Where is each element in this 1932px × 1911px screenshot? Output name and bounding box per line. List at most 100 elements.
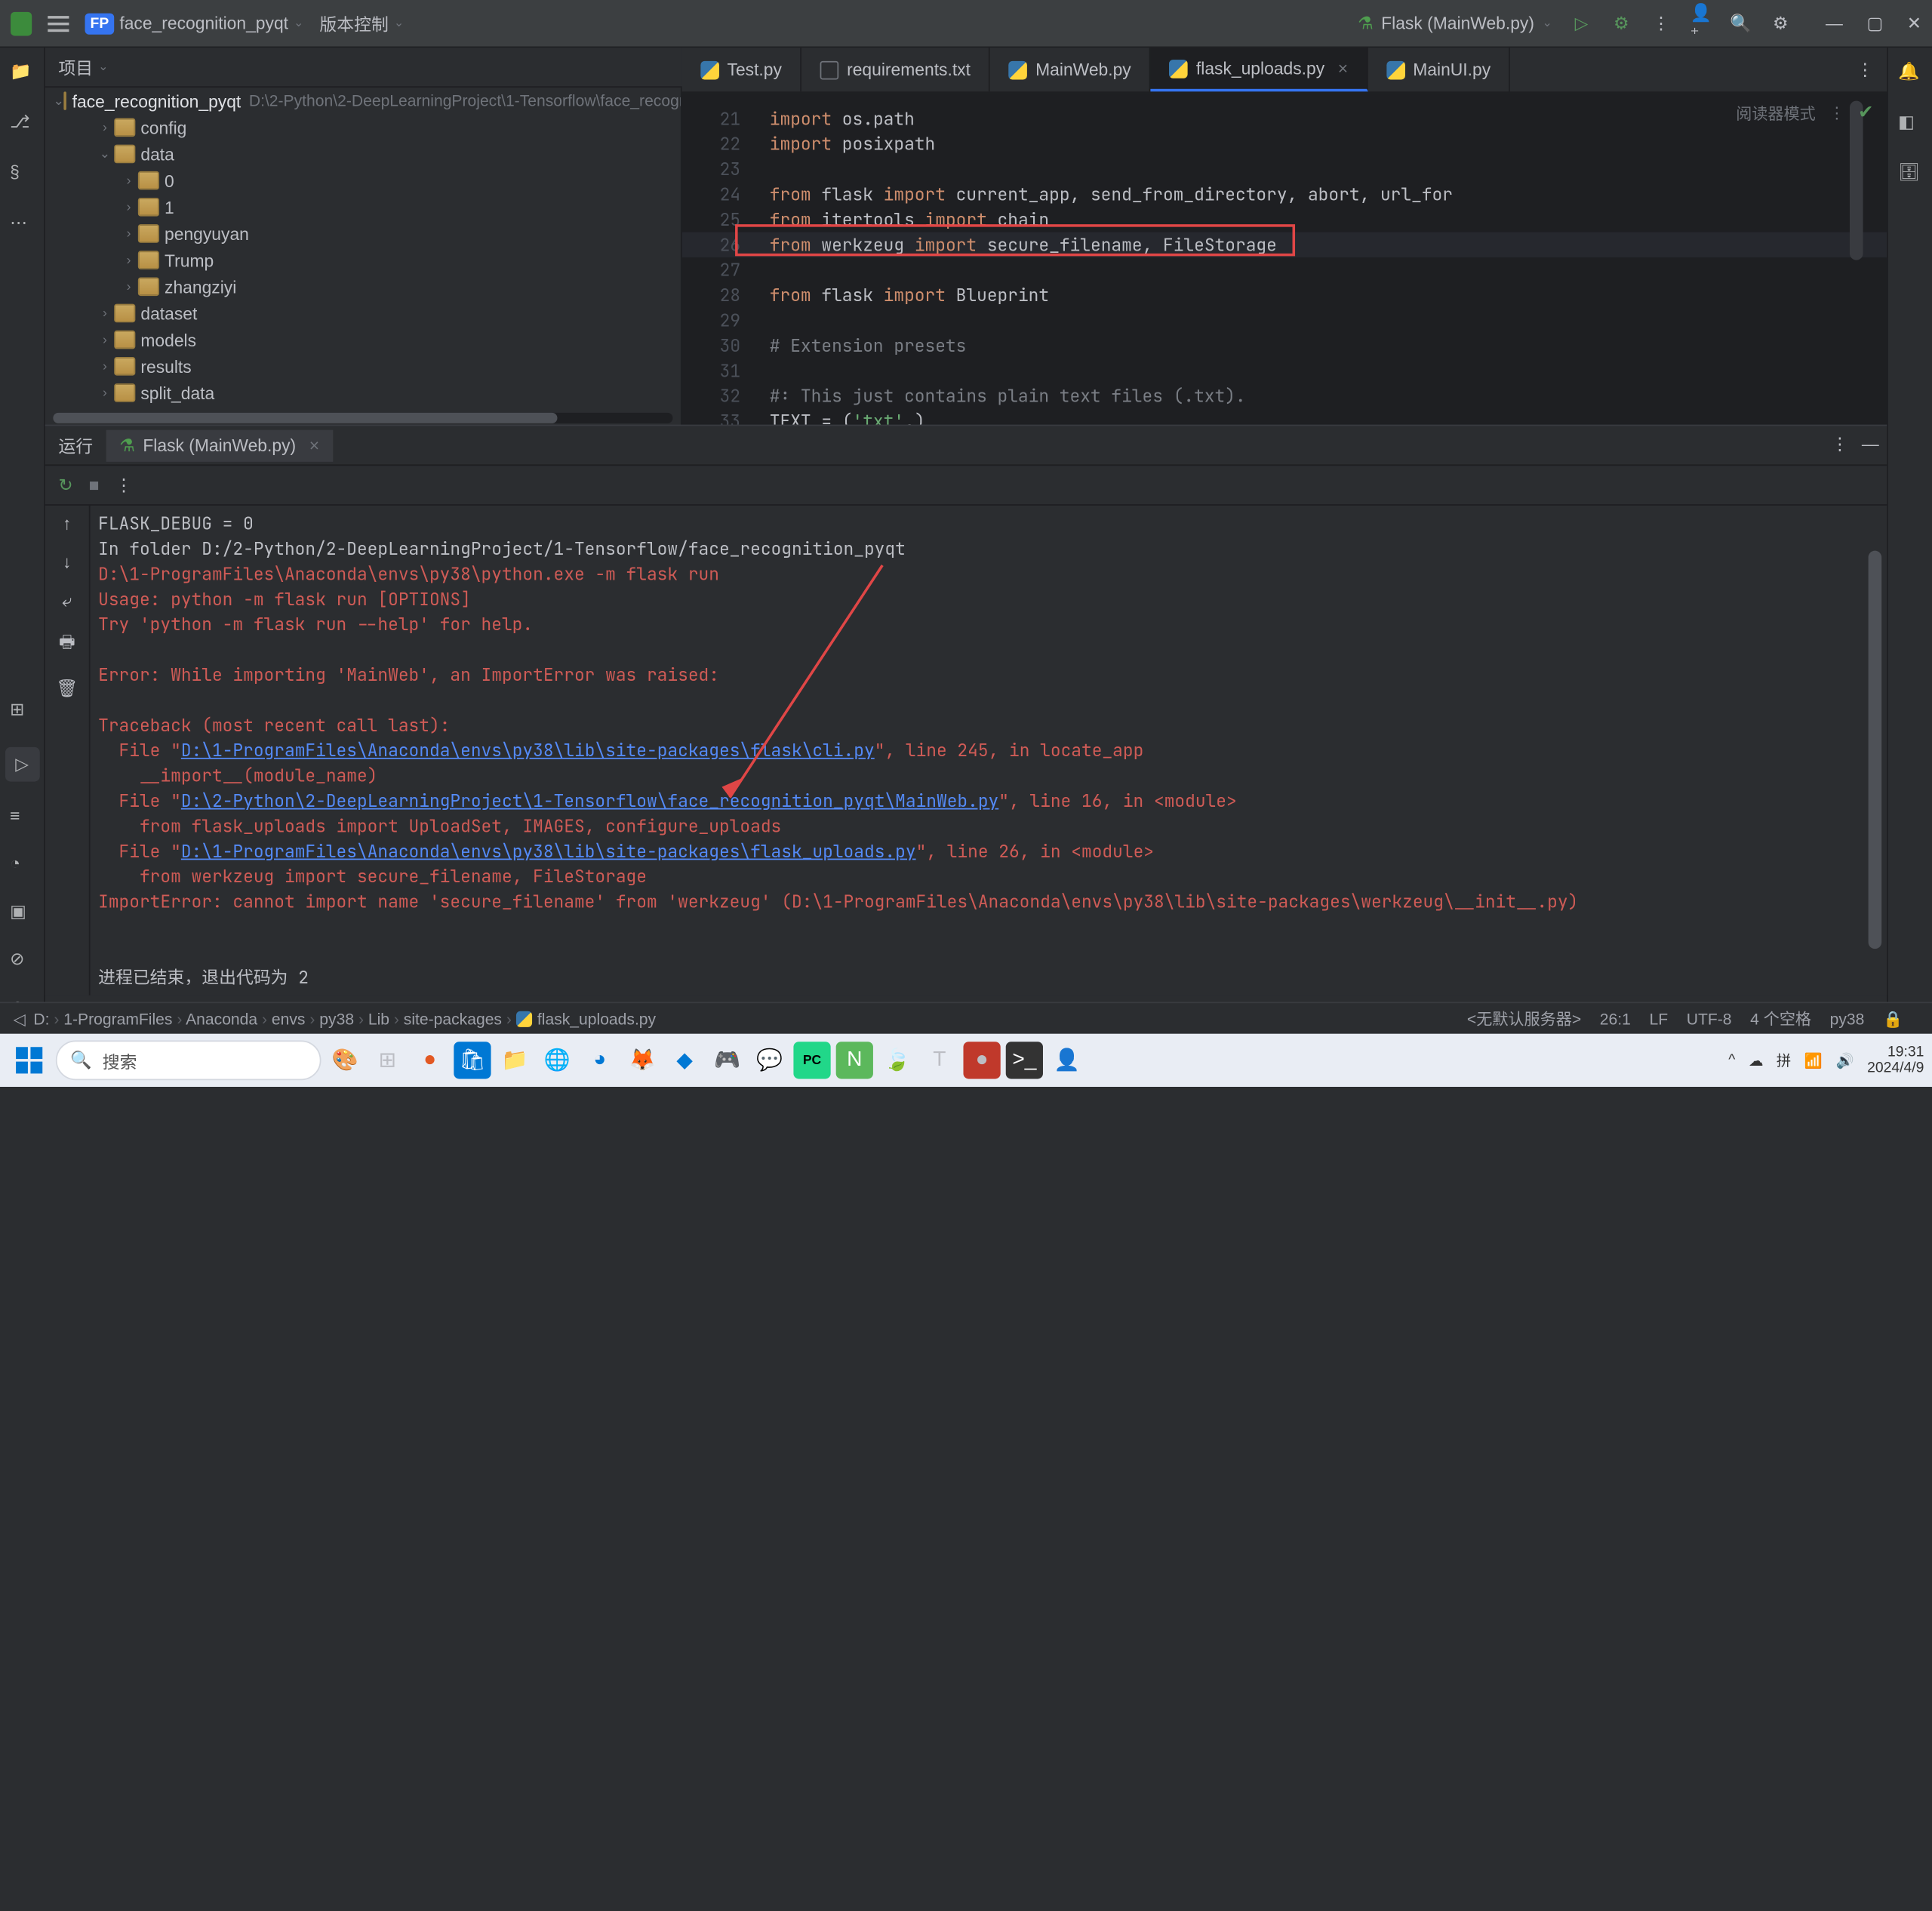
breadcrumb-item[interactable]: D: [33, 1009, 49, 1028]
taskbar-wechat-icon[interactable]: 💬 [751, 1042, 788, 1079]
more-icon[interactable]: ⋮ [1651, 13, 1672, 34]
maximize-button[interactable]: ▢ [1866, 13, 1883, 34]
scroll-up-icon[interactable]: ↑ [63, 513, 71, 533]
breadcrumb-item[interactable]: envs [272, 1009, 306, 1028]
structure-tool-icon[interactable]: § [10, 162, 34, 186]
taskbar-search[interactable]: 🔍 搜索 [56, 1040, 321, 1080]
scroll-down-icon[interactable]: ↓ [63, 552, 71, 571]
breadcrumb-item[interactable]: Lib [368, 1009, 389, 1028]
taskbar-firefox-icon[interactable]: 🦊 [623, 1042, 660, 1079]
code-content[interactable]: import os.pathimport posixpath from flas… [770, 106, 1839, 426]
traceback-link[interactable]: D:\2-Python\2-DeepLearningProject\1-Tens… [181, 789, 998, 812]
tray-lang-icon[interactable]: 拼 [1777, 1050, 1791, 1071]
run-output[interactable]: FLASK_DEBUG = 0In folder D:/2-Python/2-D… [98, 511, 1863, 985]
run-panel-hide-icon[interactable]: — [1862, 434, 1879, 455]
run-panel-options-icon[interactable]: ⋮ [1831, 434, 1848, 455]
project-tree[interactable]: ⌄ face_recognition_pyqt D:\2-Python\2-De… [45, 88, 682, 426]
start-button[interactable] [8, 1039, 51, 1082]
tray-network-icon[interactable]: 📶 [1804, 1051, 1823, 1069]
rerun-button[interactable]: ↻ [58, 475, 72, 496]
taskbar-pycharm-icon[interactable]: PC [793, 1042, 830, 1079]
code-editor[interactable]: 阅读器模式 ⋮ ✔ 2122232425262728293031323334 i… [682, 93, 1887, 426]
status-indent[interactable]: 4 个空格 [1750, 1008, 1811, 1030]
taskbar-app4-icon[interactable]: N [836, 1042, 873, 1079]
tree-row[interactable]: ›models [45, 327, 681, 353]
database-icon[interactable]: 🗄 [1898, 162, 1922, 186]
hamburger-icon[interactable] [48, 13, 69, 34]
status-position[interactable]: 26:1 [1600, 1009, 1631, 1028]
tree-row[interactable]: ›zhangziyi [45, 273, 681, 300]
breadcrumb-item[interactable]: 1-ProgramFiles [63, 1009, 172, 1028]
notifications-icon[interactable]: 🔔 [1898, 61, 1922, 85]
commit-tool-icon[interactable]: ⎇ [10, 112, 34, 136]
minimize-button[interactable]: — [1826, 13, 1843, 34]
close-button[interactable]: ✕ [1907, 13, 1921, 34]
print-icon[interactable]: 🖶 [59, 630, 75, 660]
tree-row[interactable]: ›Trump [45, 247, 681, 273]
debug-button[interactable]: ⚙ [1611, 13, 1632, 34]
run-button[interactable]: ▷ [1571, 13, 1592, 34]
expand-icon[interactable]: › [119, 200, 138, 214]
tree-row[interactable]: ›config [45, 114, 681, 140]
expand-icon[interactable]: › [119, 226, 138, 241]
tree-row[interactable]: ⌄data [45, 140, 681, 167]
tree-row[interactable]: ›split_data [45, 380, 681, 406]
editor-tab[interactable]: MainWeb.py [990, 48, 1151, 91]
taskbar-app5-icon[interactable]: 🍃 [878, 1042, 915, 1079]
tree-row[interactable]: ›pengyuyan [45, 220, 681, 247]
ai-assist-icon[interactable]: ◧ [1898, 112, 1922, 136]
run-more-icon[interactable]: ⋮ [115, 475, 133, 496]
breadcrumb-item[interactable]: Anaconda [186, 1009, 257, 1028]
status-encoding[interactable]: UTF-8 [1687, 1009, 1732, 1028]
breadcrumb-item[interactable]: flask_uploads.py [516, 1009, 656, 1028]
tree-hscroll[interactable] [53, 413, 672, 423]
breadcrumb-item[interactable]: py38 [319, 1009, 354, 1028]
taskbar-app6-icon[interactable]: T [921, 1042, 958, 1079]
taskbar-explorer-icon[interactable]: 📁 [497, 1042, 534, 1079]
python-console-icon[interactable]: ◔ [10, 854, 34, 878]
taskbar-app7-icon[interactable]: ● [963, 1042, 1000, 1079]
traceback-link[interactable]: D:\1-ProgramFiles\Anaconda\envs\py38\lib… [181, 840, 916, 863]
reader-mode-label[interactable]: 阅读器模式 [1736, 102, 1816, 125]
traceback-link[interactable]: D:\1-ProgramFiles\Anaconda\envs\py38\lib… [181, 739, 875, 762]
run-vscroll[interactable] [1869, 511, 1882, 985]
problems-icon[interactable]: ⊘ [10, 949, 34, 973]
taskbar-avatar-icon[interactable]: 👤 [1048, 1042, 1085, 1079]
tree-row[interactable]: ›1 [45, 194, 681, 220]
tray-chevron-icon[interactable]: ^ [1728, 1052, 1735, 1068]
search-icon[interactable]: 🔍 [1730, 13, 1751, 34]
expand-icon[interactable]: › [119, 253, 138, 267]
settings-icon[interactable]: ⚙ [1770, 13, 1791, 34]
expand-icon[interactable]: ⌄ [96, 146, 115, 161]
tree-root[interactable]: ⌄ face_recognition_pyqt D:\2-Python\2-De… [45, 88, 681, 114]
status-interpreter[interactable]: py38 [1830, 1009, 1865, 1028]
tab-options-icon[interactable]: ⋮ [1857, 59, 1874, 80]
tray-clock[interactable]: 19:31 2024/4/9 [1867, 1045, 1924, 1076]
taskbar-widgets-icon[interactable]: 🎨 [327, 1042, 364, 1079]
tree-row[interactable]: ›dataset [45, 300, 681, 326]
editor-tab[interactable]: MainUI.py [1367, 48, 1510, 91]
expand-icon[interactable]: › [96, 120, 115, 134]
taskbar-terminal-icon[interactable]: >_ [1006, 1042, 1043, 1079]
python-packages-icon[interactable]: ⊞ [10, 700, 34, 724]
taskbar-chrome-icon[interactable]: 🌐 [539, 1042, 576, 1079]
breadcrumb-item[interactable]: site-packages [404, 1009, 502, 1028]
tree-row[interactable]: ›0 [45, 168, 681, 194]
project-tool-icon[interactable]: 📁 [10, 61, 34, 85]
tray-volume-icon[interactable]: 🔊 [1835, 1051, 1854, 1069]
taskbar-app-icon[interactable]: ● [411, 1042, 448, 1079]
expand-icon[interactable]: › [119, 279, 138, 294]
project-selector[interactable]: FP face_recognition_pyqt ⌄ [85, 13, 304, 34]
lock-icon[interactable]: 🔒 [1883, 1009, 1903, 1028]
expand-icon[interactable]: › [96, 386, 115, 400]
taskbar-app2-icon[interactable]: ◆ [666, 1042, 703, 1079]
editor-tab[interactable]: requirements.txt [801, 48, 990, 91]
taskbar-store-icon[interactable]: 🛍 [454, 1042, 491, 1079]
terminal-icon[interactable]: ▣ [10, 901, 34, 925]
tray-onedrive-icon[interactable]: ☁ [1749, 1051, 1763, 1069]
editor-vscroll[interactable] [1850, 101, 1863, 418]
code-with-me-icon[interactable]: 👤⁺ [1690, 13, 1712, 34]
taskbar-taskview-icon[interactable]: ⊞ [369, 1042, 406, 1079]
status-server[interactable]: <无默认服务器> [1467, 1008, 1581, 1030]
chevron-down-icon[interactable]: ⌄ [98, 60, 108, 74]
